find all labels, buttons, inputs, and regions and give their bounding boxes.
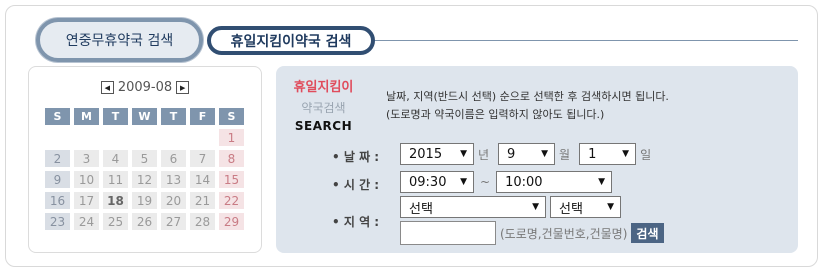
calendar-day[interactable]: 8 [219, 150, 244, 167]
calendar-day[interactable]: 18 [103, 192, 128, 209]
dropdown-arrow-icon: ▼ [622, 149, 630, 159]
brand-title: 휴일지킴이 [293, 80, 354, 95]
calendar-day[interactable]: 22 [219, 192, 244, 209]
calendar-day[interactable]: 24 [74, 213, 99, 230]
tab-divider [370, 40, 798, 41]
region-select-secondary[interactable]: 선택 ▼ [550, 196, 621, 218]
region-primary-value: 선택 [409, 201, 433, 217]
dropdown-arrow-icon: ▼ [460, 149, 467, 159]
calendar-day[interactable]: 5 [132, 150, 157, 167]
calendar-empty-cell [190, 129, 215, 146]
year-select[interactable]: 2015 ▼ [400, 143, 474, 165]
calendar-empty-cell [132, 129, 157, 146]
calendar-empty-cell [45, 129, 70, 146]
weekday-header: T [161, 108, 186, 125]
calendar-day[interactable]: 19 [132, 192, 157, 209]
weekday-header: S [45, 108, 70, 125]
weekday-header: W [132, 108, 157, 125]
search-button[interactable]: 검색 [631, 223, 664, 243]
region-select-primary[interactable]: 선택 ▼ [400, 196, 546, 218]
calendar-grid: S M T W T F S 1 2 3 4 5 6 7 8 9 10 11 12 13 14 15 16 17 18 19 20 21… [45, 108, 244, 230]
date-row: 2015 ▼ 년 9 ▼ 월 1 ▼ 일 [400, 143, 656, 165]
year-value: 2015 [409, 146, 443, 162]
calendar-day[interactable]: 25 [103, 213, 128, 230]
date-label: • 날 짜 : [332, 150, 380, 164]
dropdown-arrow-icon: ▼ [541, 149, 549, 159]
calendar-day[interactable]: 29 [219, 213, 244, 230]
brand-block: 휴일지킴이 약국검색 SEARCH [276, 76, 371, 133]
calendar-month-label: 2009-08 [117, 80, 173, 95]
calendar-day[interactable]: 3 [74, 150, 99, 167]
calendar-day[interactable]: 27 [161, 213, 186, 230]
calendar-day[interactable]: 15 [219, 171, 244, 188]
calendar-day[interactable]: 23 [45, 213, 70, 230]
brand-search-word: SEARCH [294, 119, 353, 133]
address-hint: (도로명,건물번호,건물명) [500, 226, 628, 241]
calendar-day[interactable]: 20 [161, 192, 186, 209]
instruction-line-2: (도로명과 약국이름은 입력하지 않아도 됩니다.) [386, 108, 605, 121]
month-select[interactable]: 9 ▼ [498, 143, 556, 165]
calendar-day[interactable]: 4 [103, 150, 128, 167]
instruction-line-1: 날짜, 지역(반드시 선택) 순으로 선택한 후 검색하시면 됩니다. [386, 90, 669, 103]
calendar-day[interactable]: 7 [190, 150, 215, 167]
instructions: 날짜, 지역(반드시 선택) 순으로 선택한 후 검색하시면 됩니다. (도로명… [386, 88, 669, 124]
month-unit: 월 [559, 147, 571, 162]
time-separator: ~ [480, 175, 491, 189]
address-row: (도로명,건물번호,건물명) 검색 [400, 221, 664, 245]
calendar-day[interactable]: 11 [103, 171, 128, 188]
time-from-select[interactable]: 09:30 ▼ [400, 171, 474, 193]
year-unit: 년 [478, 147, 490, 162]
time-to-value: 10:00 [505, 174, 543, 190]
calendar-day[interactable]: 14 [190, 171, 215, 188]
calendar-day[interactable]: 9 [45, 171, 70, 188]
dropdown-arrow-icon: ▼ [532, 202, 539, 212]
time-label: • 시 간 : [332, 178, 380, 192]
weekday-header: F [190, 108, 215, 125]
calendar-day[interactable]: 16 [45, 192, 70, 209]
weekday-header: M [74, 108, 99, 125]
calendar-day[interactable]: 10 [74, 171, 99, 188]
calendar-day[interactable]: 12 [132, 171, 157, 188]
tab-label: 휴일지킴이약국 검색 [230, 33, 352, 50]
time-from-value: 09:30 [409, 174, 447, 190]
brand-subtitle: 약국검색 [301, 101, 346, 115]
weekday-header: T [103, 108, 128, 125]
search-panel: 휴일지킴이 약국검색 SEARCH 날짜, 지역(반드시 선택) 순으로 선택한… [276, 66, 798, 253]
calendar-header: ◀ 2009-08 ▶ [29, 80, 261, 95]
dropdown-arrow-icon: ▼ [598, 177, 606, 187]
prev-month-icon[interactable]: ◀ [100, 81, 114, 94]
tab-always-open-pharmacy[interactable]: 연중무휴약국 검색 [36, 18, 203, 62]
day-unit: 일 [640, 147, 652, 162]
calendar-empty-cell [161, 129, 186, 146]
calendar-empty-cell [74, 129, 99, 146]
calendar-empty-cell [103, 129, 128, 146]
region-row: 선택 ▼ 선택 ▼ [400, 196, 621, 218]
calendar-day[interactable]: 6 [161, 150, 186, 167]
dropdown-arrow-icon: ▼ [460, 177, 467, 187]
time-to-select[interactable]: 10:00 ▼ [496, 171, 613, 193]
calendar-day[interactable]: 26 [132, 213, 157, 230]
calendar-day[interactable]: 2 [45, 150, 70, 167]
next-month-icon[interactable]: ▶ [176, 81, 190, 94]
tab-holiday-pharmacy[interactable]: 휴일지킴이약국 검색 [207, 26, 375, 55]
region-label: • 지 역 : [332, 215, 380, 229]
calendar-day[interactable]: 13 [161, 171, 186, 188]
dropdown-arrow-icon: ▼ [607, 202, 614, 212]
time-row: 09:30 ▼ ~ 10:00 ▼ [400, 171, 613, 193]
day-value: 1 [588, 146, 597, 162]
weekday-header: S [219, 108, 244, 125]
calendar: ◀ 2009-08 ▶ S M T W T F S 1 2 3 4 5 6 7 8 9 10 11 12 13 14 15… [28, 66, 262, 253]
month-value: 9 [507, 146, 516, 162]
calendar-day[interactable]: 21 [190, 192, 215, 209]
region-secondary-value: 선택 [559, 201, 583, 217]
tab-label: 연중무휴약국 검색 [65, 33, 174, 49]
day-select[interactable]: 1 ▼ [579, 143, 637, 165]
address-input[interactable] [400, 221, 496, 245]
calendar-day[interactable]: 1 [219, 129, 244, 146]
calendar-day[interactable]: 28 [190, 213, 215, 230]
calendar-day[interactable]: 17 [74, 192, 99, 209]
